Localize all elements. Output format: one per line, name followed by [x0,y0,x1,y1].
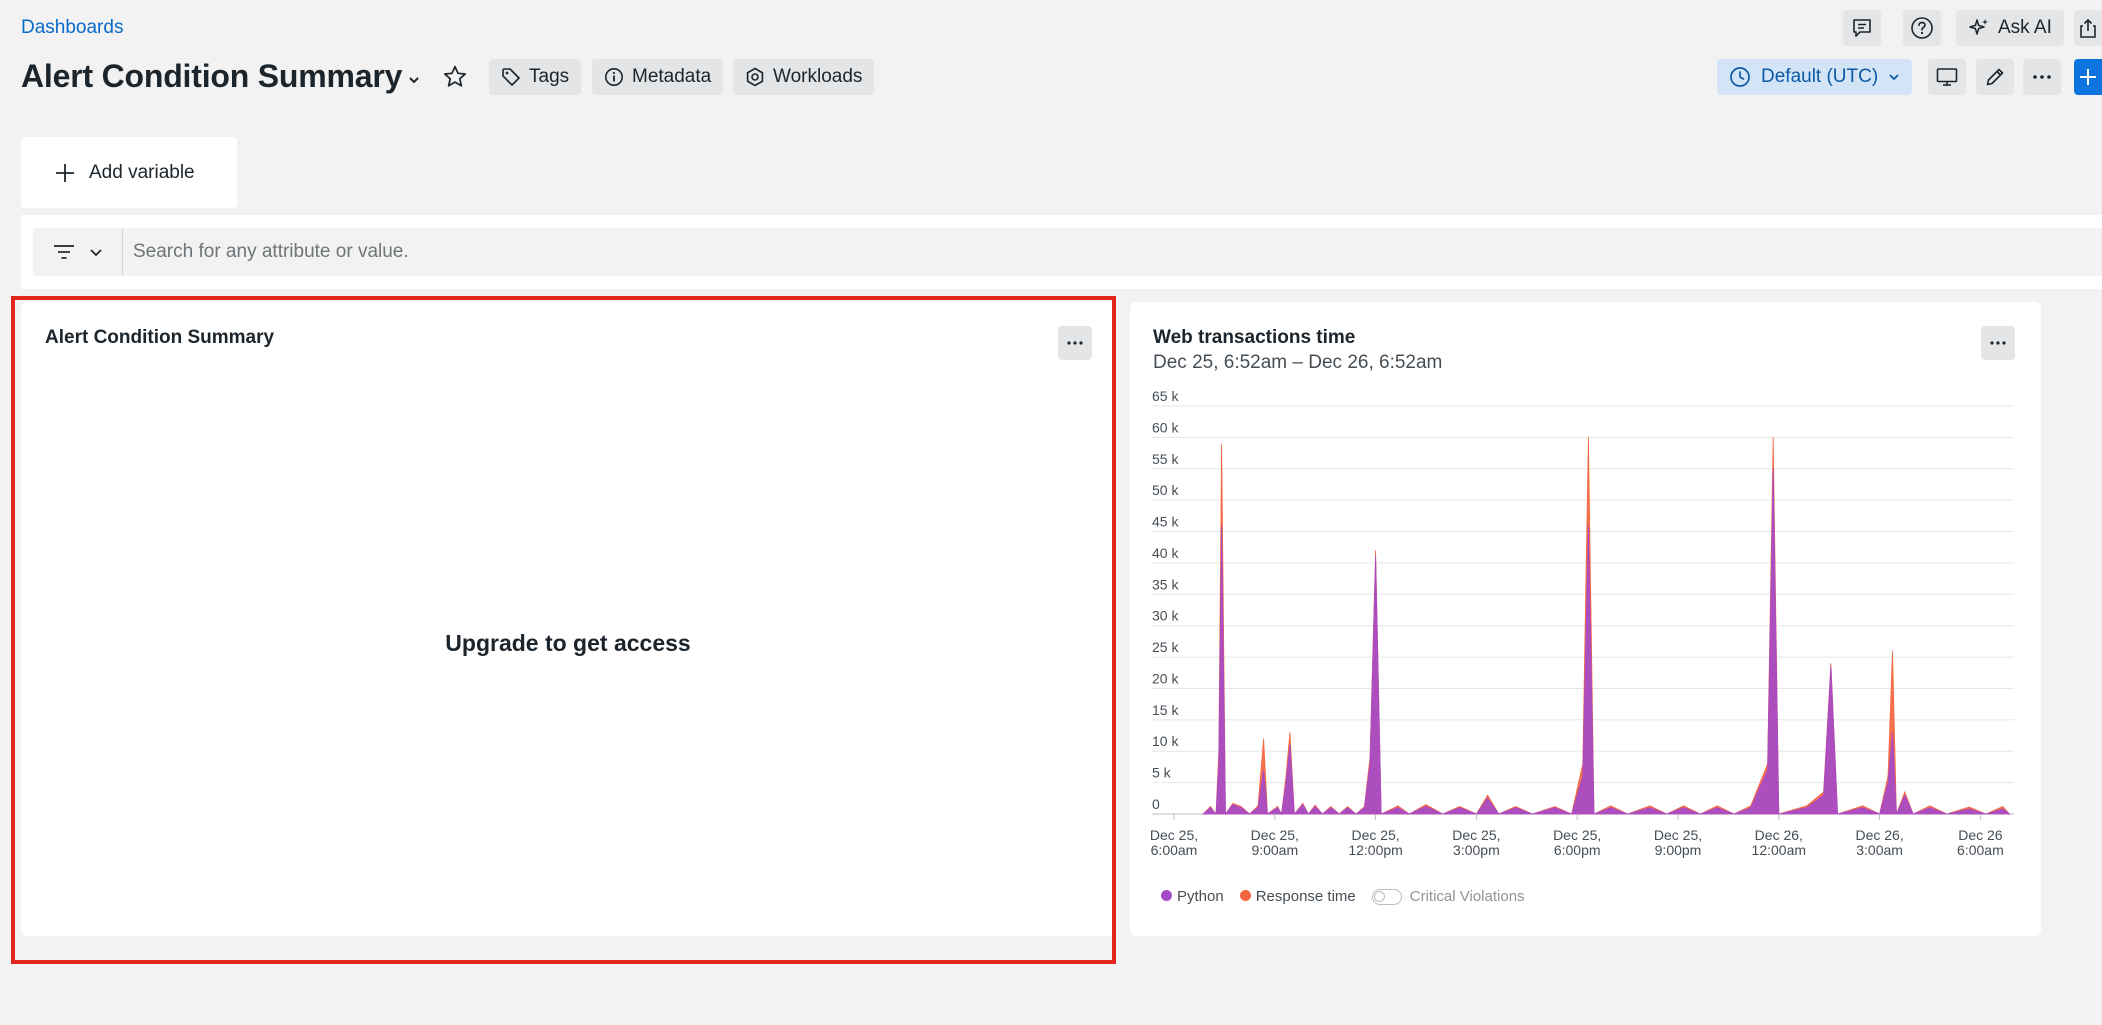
clock-icon [1730,67,1750,87]
x-tick-label: 12:00am [1752,842,1806,858]
y-tick-label: 5 k [1152,765,1172,781]
y-tick-label: 20 k [1152,670,1179,686]
y-tick-label: 65 k [1152,388,1179,404]
critical-violations-toggle[interactable]: Critical Violations [1371,888,1525,905]
tags-button[interactable]: Tags [489,59,582,95]
ellipsis-icon [2033,75,2051,79]
x-tick-label: 9:00am [1251,842,1298,858]
more-actions-button[interactable] [2023,59,2061,95]
plus-icon [2080,69,2096,85]
y-tick-label: 40 k [1152,545,1179,561]
y-tick-label: 50 k [1152,482,1179,498]
chevron-down-icon [1889,74,1899,81]
workloads-icon [746,67,764,87]
x-tick-label: Dec 26, [1855,827,1903,843]
workloads-label: Workloads [773,66,863,87]
x-tick-label: Dec 25, [1251,827,1299,843]
x-tick-label: 6:00am [1957,842,2004,858]
workloads-button[interactable]: Workloads [733,59,875,95]
share-icon [2080,18,2096,38]
toggle-label: Critical Violations [1409,888,1525,905]
feedback-button[interactable] [1843,10,1881,46]
x-tick-label: Dec 25, [1553,827,1601,843]
y-tick-label: 45 k [1152,514,1179,530]
x-tick-label: 9:00pm [1655,842,1702,858]
chart-legend: Python Response time Critical Violations [1161,888,1525,905]
title-row: Alert Condition Summary [21,58,468,95]
y-tick-label: 30 k [1152,608,1179,624]
metadata-label: Metadata [632,66,712,87]
x-tick-label: 6:00am [1151,842,1198,858]
legend-item-response-time[interactable]: Response time [1239,888,1356,905]
chevron-down-icon [89,249,102,257]
legend-item-python[interactable]: Python [1161,888,1224,905]
star-icon[interactable] [442,64,468,90]
chat-icon [1853,19,1871,37]
pencil-icon [1986,68,2004,86]
monitor-icon [1936,68,1958,86]
page-title[interactable]: Alert Condition Summary [21,58,402,95]
help-icon [1911,17,1933,39]
selection-highlight [11,296,1116,964]
toggle-switch [1371,888,1402,905]
legend-label: Python [1177,888,1224,905]
y-tick-label: 55 k [1152,451,1179,467]
x-tick-label: Dec 26, [1755,827,1803,843]
y-tick-label: 0 [1152,796,1160,812]
y-tick-label: 35 k [1152,576,1179,592]
ask-ai-label: Ask AI [1998,17,2052,38]
legend-swatch [1161,890,1172,901]
filter-bar [33,227,2102,277]
x-tick-label: Dec 25, [1351,827,1399,843]
x-tick-label: 3:00pm [1453,842,1500,858]
timezone-picker[interactable]: Default (UTC) [1717,59,1913,95]
x-tick-label: 12:00pm [1348,842,1402,858]
breadcrumb-dashboards[interactable]: Dashboards [21,17,123,39]
tags-label: Tags [529,66,570,87]
info-icon [605,68,623,86]
edit-button[interactable] [1976,59,2014,95]
filter-search-input[interactable] [123,227,2102,277]
x-tick-label: Dec 26 [1958,827,2003,843]
y-tick-label: 15 k [1152,702,1179,718]
filter-icon [53,245,74,259]
tv-mode-button[interactable] [1928,59,1966,95]
x-tick-label: 6:00pm [1554,842,1601,858]
y-tick-label: 60 k [1152,419,1179,435]
add-variable-label: Add variable [89,161,195,183]
tag-icon [502,68,520,86]
add-variable-button[interactable]: Add variable [21,137,237,208]
timezone-label: Default (UTC) [1761,66,1879,87]
add-widget-button[interactable] [2074,59,2102,95]
sparkle-icon [1969,19,1988,35]
filter-menu-toggle[interactable] [33,228,123,276]
x-tick-label: Dec 25, [1452,827,1500,843]
legend-label: Response time [1255,888,1356,905]
share-button[interactable] [2074,10,2102,46]
legend-swatch [1239,890,1251,901]
metadata-button[interactable]: Metadata [592,59,724,95]
widget-web-transactions-time: Web transactions time Dec 25, 6:52am – D… [1130,302,2041,936]
x-tick-label: 3:00am [1856,842,1903,858]
ask-ai-button[interactable]: Ask AI [1956,10,2064,46]
area-chart[interactable]: 0 5 k 10 k 15 k 20 k 25 k 30 k 35 k 40 k 45 k 50 k… [1130,302,2041,862]
y-tick-label: 10 k [1152,733,1179,749]
x-tick-label: Dec 25, [1150,827,1198,843]
plus-icon [56,163,74,182]
chevron-down-icon[interactable] [408,75,420,85]
help-button[interactable] [1903,10,1941,46]
y-tick-label: 25 k [1152,639,1179,655]
x-tick-label: Dec 25, [1654,827,1702,843]
